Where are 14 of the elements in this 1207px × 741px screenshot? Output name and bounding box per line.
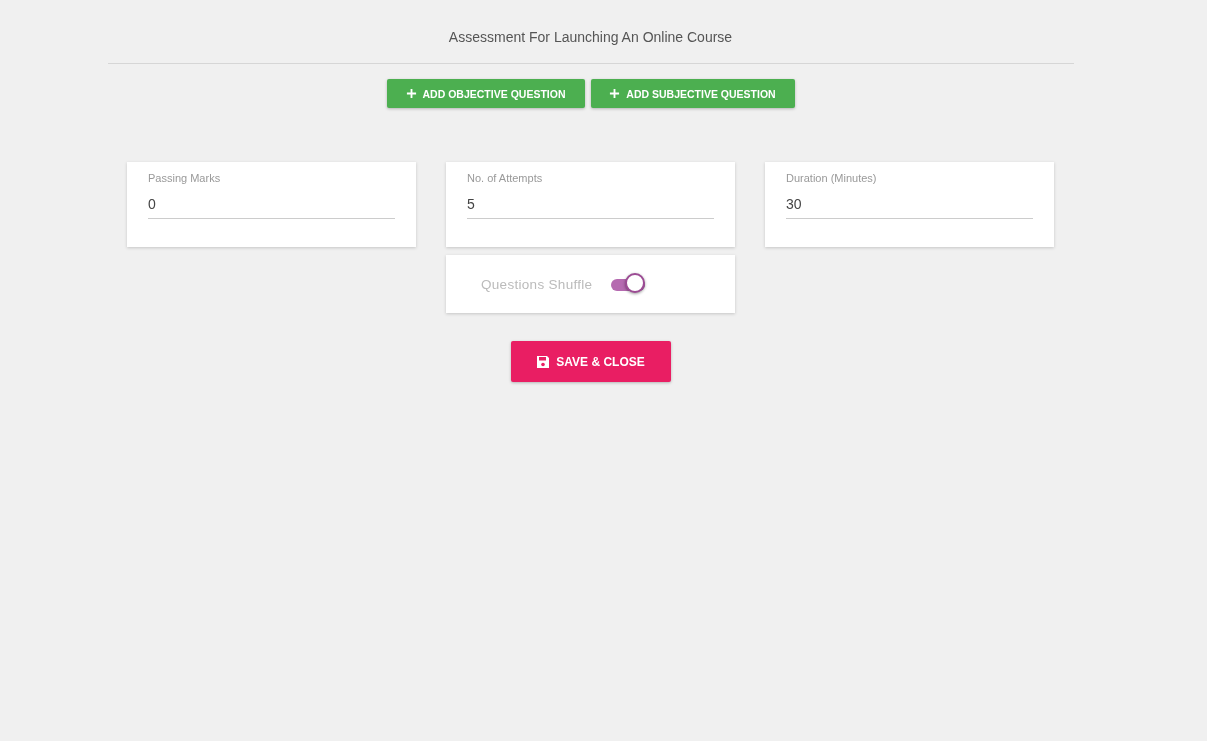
input-field[interactable]: 30	[786, 188, 1033, 219]
input-field[interactable]: 0	[148, 188, 395, 219]
plus-icon	[405, 88, 417, 99]
field-label: Passing Marks	[148, 172, 222, 184]
field-label: Duration (Minutes)	[786, 172, 878, 184]
text-field[interactable]: Duration (Minutes) 30	[765, 162, 1054, 247]
page-title: Assessment For Launching An Online Course	[448, 29, 733, 45]
save-close-button[interactable]: SAVE & CLOSE	[510, 341, 671, 382]
input-field[interactable]: 5	[467, 188, 714, 219]
text-field[interactable]: No. of Attempts 5	[446, 162, 735, 247]
text-field[interactable]: Passing Marks 0	[127, 162, 416, 247]
toggle-label: Questions Shuffle	[481, 276, 593, 292]
plus-icon	[609, 88, 621, 99]
field-label: No. of Attempts	[467, 172, 544, 184]
